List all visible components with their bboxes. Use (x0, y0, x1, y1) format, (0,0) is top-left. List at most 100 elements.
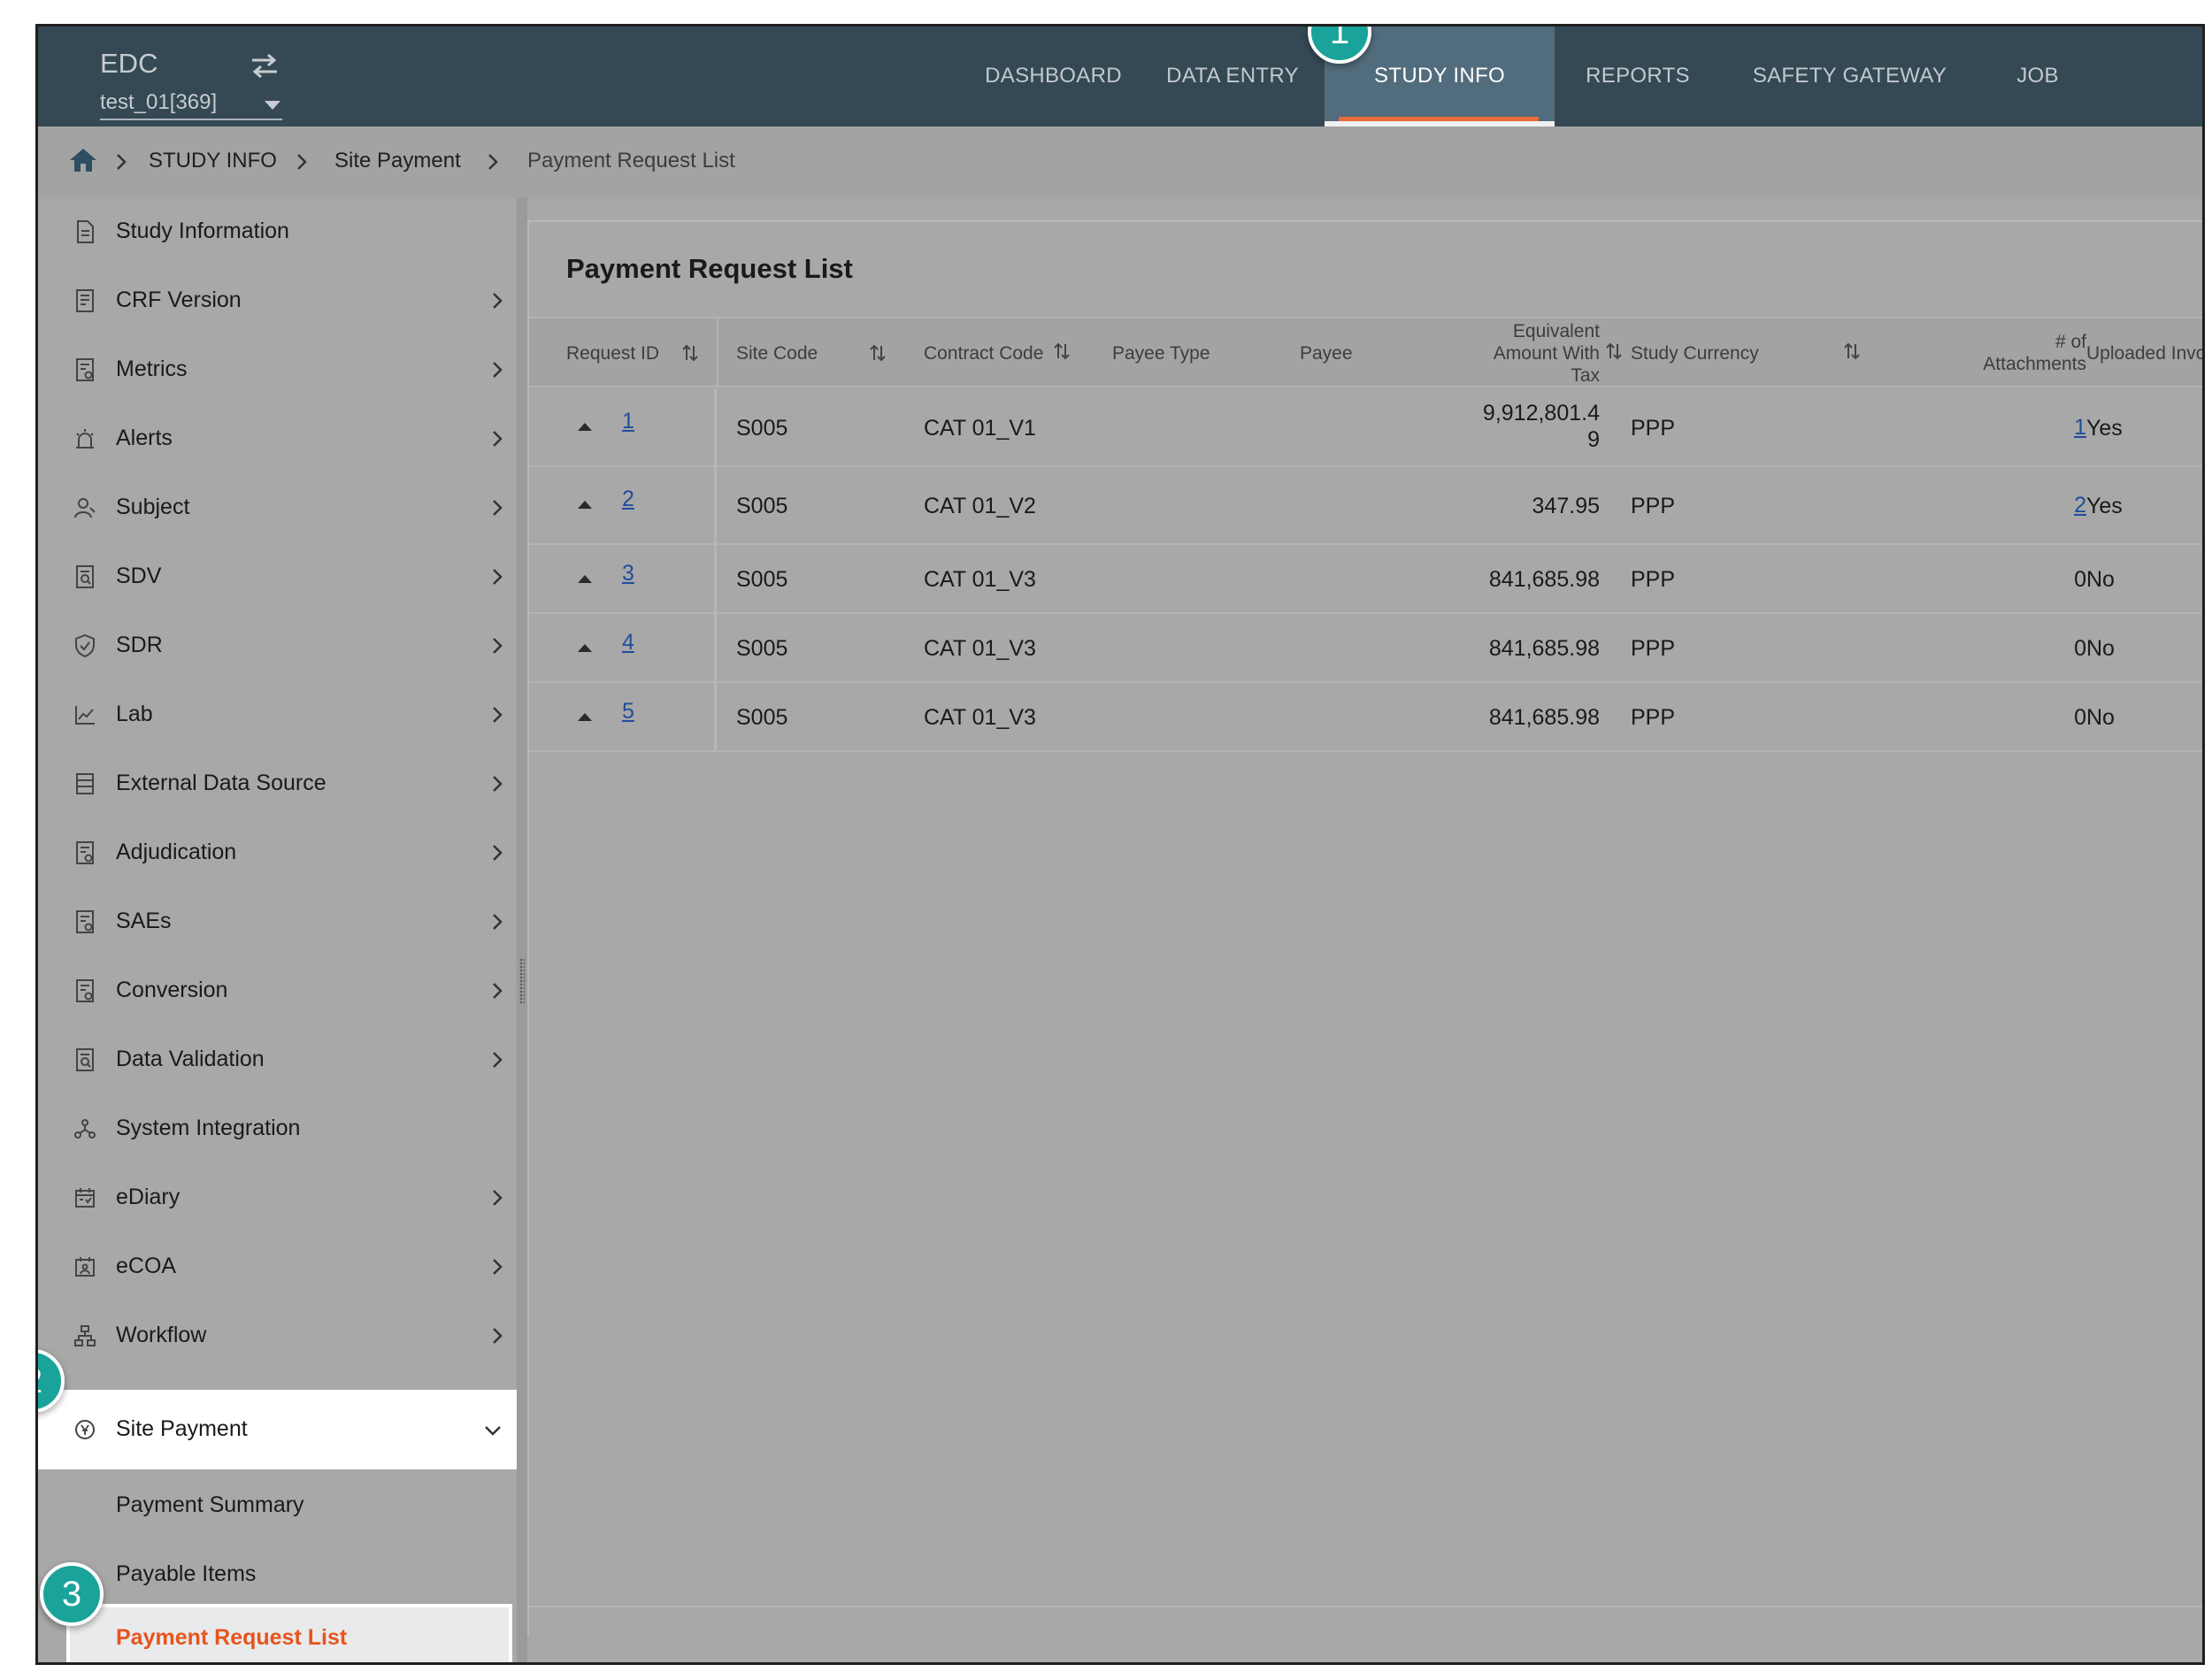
request-id-link[interactable]: 2 (622, 487, 634, 512)
expand-row-icon[interactable] (578, 713, 592, 721)
sort-icon[interactable] (1053, 341, 1071, 362)
uploaded-invoice-cell: No (2086, 567, 2115, 592)
breadcrumb-study-info[interactable]: STUDY INFO (149, 149, 277, 173)
column-divider[interactable] (717, 318, 718, 386)
chevron-right-icon (493, 776, 503, 792)
sidebar-item-system-integration[interactable]: System Integration (38, 1094, 517, 1163)
sidebar-item-label: Data Validation (116, 1047, 265, 1071)
attachments-link[interactable]: 2 (2033, 493, 2086, 518)
sidebar: Study Information CRF Version Metrics Al… (38, 197, 517, 1662)
sidebar-item-label: Workflow (116, 1323, 207, 1347)
site-code-cell: S005 (736, 636, 788, 661)
report-icon (76, 358, 94, 381)
tab-reports[interactable]: REPORTS (1567, 27, 1709, 127)
sidebar-item-study-information[interactable]: Study Information (38, 197, 517, 266)
tab-dashboard[interactable]: DASHBOARD (980, 27, 1126, 127)
request-id-cell: 2 (529, 467, 717, 543)
column-header-study-currency[interactable]: Study Currency (1631, 342, 1759, 364)
sidebar-subitem-label: Payable Items (116, 1561, 257, 1586)
sidebar-item-external-data-source[interactable]: External Data Source (38, 749, 517, 818)
sort-icon[interactable] (1605, 341, 1623, 362)
sidebar-item-sdv[interactable]: SDV (38, 542, 517, 611)
sidebar-item-site-payment[interactable]: Site Payment (38, 1390, 517, 1469)
study-select[interactable]: test_01[369] (100, 90, 282, 120)
sidebar-subitem-payable-items[interactable]: Payable Items (38, 1540, 517, 1609)
sidebar-item-workflow[interactable]: Workflow (38, 1301, 517, 1370)
column-header-payee[interactable]: Payee (1300, 342, 1353, 364)
search-doc-icon (76, 1048, 94, 1071)
sidebar-subitem-payment-request-list[interactable]: Payment Request List (66, 1604, 512, 1662)
sort-icon[interactable] (1843, 341, 1861, 362)
column-header-site-code[interactable]: Site Code (736, 342, 818, 364)
document-icon (77, 220, 94, 243)
expand-row-icon[interactable] (578, 501, 592, 509)
sidebar-item-metrics[interactable]: Metrics (38, 335, 517, 404)
column-header-payee-type[interactable]: Payee Type (1112, 342, 1210, 364)
request-id-link[interactable]: 5 (622, 699, 634, 725)
attachments-cell: 0 (2074, 567, 2086, 592)
top-navigation-bar: EDC test_01[369] DASHBOARD DATA ENTRY ST… (38, 27, 2202, 127)
sidebar-item-adjudication[interactable]: Adjudication (38, 818, 517, 887)
column-header-uploaded-invoice[interactable]: Uploaded Invoice (2086, 342, 2202, 364)
contract-code-cell: CAT 01_V3 (924, 705, 1036, 730)
chevron-right-icon (493, 1328, 503, 1344)
tab-safety-gateway[interactable]: SAFETY GATEWAY (1732, 27, 1967, 127)
column-header-equivalent-amount[interactable]: Equivalent Amount With Tax (1440, 320, 1600, 387)
sidebar-item-lab[interactable]: Lab (38, 680, 517, 749)
sidebar-subitem-payment-summary[interactable]: Payment Summary (38, 1471, 517, 1540)
attachments-link[interactable]: 1 (2033, 415, 2086, 441)
user-icon (74, 498, 96, 518)
chevron-right-icon (493, 983, 503, 999)
payment-request-panel: Payment Request List Request ID Site Cod… (527, 220, 2202, 1636)
sidebar-item-crf-version[interactable]: CRF Version (38, 266, 517, 335)
column-header-attachments[interactable]: # of Attachments (1909, 331, 2086, 375)
sidebar-item-data-validation[interactable]: Data Validation (38, 1025, 517, 1094)
drag-grip-icon (519, 958, 525, 1004)
home-icon[interactable] (68, 146, 98, 174)
tab-data-entry[interactable]: DATA ENTRY (1153, 27, 1312, 127)
calendar-user-icon (75, 1257, 95, 1277)
tab-job[interactable]: JOB (1993, 27, 2082, 127)
sidebar-item-ecoa[interactable]: eCOA (38, 1232, 517, 1301)
expand-row-icon[interactable] (578, 644, 592, 652)
swap-icon[interactable] (247, 48, 282, 83)
amount-line: 9 (1587, 427, 1600, 452)
sidebar-item-conversion[interactable]: Conversion (38, 956, 517, 1025)
sidebar-item-sdr[interactable]: SDR (38, 611, 517, 680)
currency-cell: PPP (1631, 494, 1676, 518)
uploaded-invoice-cell: Yes (2086, 416, 2123, 441)
sidebar-item-label: External Data Source (116, 771, 326, 795)
request-id-link[interactable]: 3 (622, 561, 634, 587)
sidebar-item-label: SAEs (116, 909, 172, 933)
alarm-icon (76, 429, 94, 449)
sort-icon[interactable] (869, 342, 887, 364)
sidebar-resize-handle[interactable] (517, 197, 527, 1662)
amount-cell: 841,685.98 (1488, 567, 1600, 592)
request-id-cell: 4 (529, 614, 717, 681)
table-row: 3 S005 CAT 01_V3 841,685.98 PPP 0 No (529, 545, 2202, 614)
chart-icon (75, 706, 95, 725)
column-header-contract-code[interactable]: Contract Code (924, 342, 1043, 364)
expand-row-icon[interactable] (578, 575, 592, 583)
column-header-request-id[interactable]: Request ID (566, 342, 659, 364)
sidebar-item-ediary[interactable]: eDiary (38, 1163, 517, 1232)
header-line: Tax (1571, 365, 1600, 386)
request-id-link[interactable]: 1 (622, 409, 634, 434)
breadcrumb: STUDY INFO Site Payment Payment Request … (38, 127, 2202, 197)
contract-code-cell: CAT 01_V2 (924, 494, 1036, 518)
currency-cell: PPP (1631, 416, 1676, 441)
sidebar-item-saes[interactable]: SAEs (38, 887, 517, 956)
sort-icon[interactable] (681, 342, 699, 364)
chevron-right-icon (493, 638, 503, 654)
sidebar-item-alerts[interactable]: Alerts (38, 404, 517, 473)
breadcrumb-site-payment[interactable]: Site Payment (334, 149, 461, 173)
shield-icon (75, 633, 95, 658)
request-id-link[interactable]: 4 (622, 630, 634, 656)
expand-row-icon[interactable] (578, 423, 592, 431)
contract-code-cell: CAT 01_V3 (924, 567, 1036, 592)
site-code-cell: S005 (736, 494, 788, 518)
chevron-down-icon (265, 101, 280, 110)
sidebar-item-label: Study Information (116, 219, 289, 243)
amount-cell: 347.95 (1423, 493, 1600, 519)
sidebar-item-subject[interactable]: Subject (38, 473, 517, 542)
